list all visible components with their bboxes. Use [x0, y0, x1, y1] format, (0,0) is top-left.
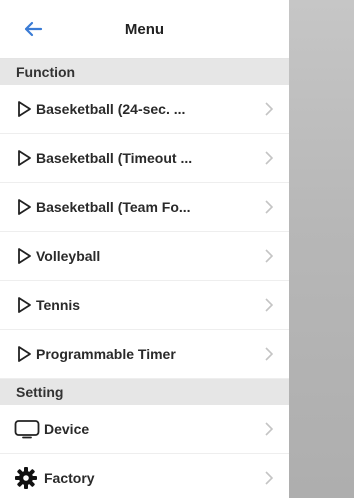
section-header-setting: Setting [0, 379, 289, 405]
side-menu-drawer: Menu Function Baseketball (24-sec. ... B… [0, 0, 289, 498]
play-icon [18, 150, 31, 166]
back-arrow-icon [24, 21, 43, 37]
chevron-right-icon [265, 471, 273, 485]
back-button[interactable] [20, 18, 46, 40]
section-header-function: Function [0, 59, 289, 85]
menu-item-basketball-24sec[interactable]: Baseketball (24-sec. ... [0, 85, 289, 134]
play-icon [18, 101, 31, 117]
menu-item-programmable-timer[interactable]: Programmable Timer [0, 330, 289, 379]
menu-item-tennis[interactable]: Tennis [0, 281, 289, 330]
drawer-backdrop[interactable] [289, 0, 354, 498]
chevron-right-icon [265, 298, 273, 312]
menu-item-volleyball[interactable]: Volleyball [0, 232, 289, 281]
play-icon [18, 248, 31, 264]
menu-item-label: Baseketball (Team Fo... [36, 199, 191, 215]
menu-header: Menu [0, 0, 289, 59]
menu-item-label: Tennis [36, 297, 81, 313]
menu-item-label: Baseketball (24-sec. ... [36, 101, 186, 117]
menu-item-device[interactable]: Device [0, 405, 289, 454]
menu-item-basketball-team-foul[interactable]: Baseketball (Team Fo... [0, 183, 289, 232]
gear-icon [14, 467, 44, 489]
play-icon [18, 297, 31, 313]
monitor-icon [14, 418, 44, 440]
chevron-right-icon [265, 422, 273, 436]
menu-item-label: Programmable Timer [36, 346, 176, 362]
chevron-right-icon [265, 200, 273, 214]
menu-item-label: Baseketball (Timeout ... [36, 150, 193, 166]
page-title: Menu [124, 20, 165, 38]
chevron-right-icon [265, 102, 273, 116]
menu-item-basketball-timeout[interactable]: Baseketball (Timeout ... [0, 134, 289, 183]
chevron-right-icon [265, 347, 273, 361]
menu-item-label: Device [44, 421, 90, 437]
chevron-right-icon [265, 249, 273, 263]
chevron-right-icon [265, 151, 273, 165]
play-icon [18, 199, 31, 215]
menu-item-label: Factory [44, 470, 95, 486]
menu-item-label: Volleyball [36, 248, 101, 264]
play-icon [18, 346, 31, 362]
menu-item-factory[interactable]: Factory [0, 454, 289, 498]
